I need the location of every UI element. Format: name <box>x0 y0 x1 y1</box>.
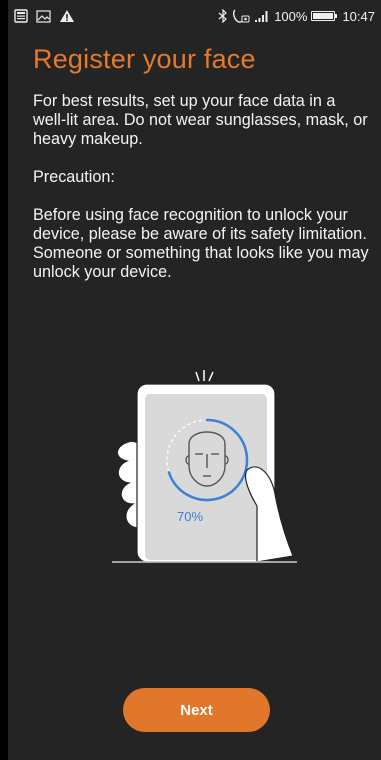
image-icon <box>36 9 51 23</box>
screen: 100% 10:47 Register your face For best r… <box>8 0 381 760</box>
bluetooth-icon <box>218 9 228 23</box>
page-title: Register your face <box>33 44 256 74</box>
battery-percent: 100% <box>274 8 308 24</box>
sparkle-icon <box>195 370 214 382</box>
signal-icon <box>254 10 270 22</box>
news-icon <box>14 9 28 23</box>
clock: 10:47 <box>342 8 375 24</box>
warning-icon <box>59 9 75 23</box>
precaution-text: Before using face recognition to unlock … <box>33 206 369 281</box>
progress-percent: 70% <box>176 509 204 524</box>
face-scan-illustration <box>112 370 297 563</box>
status-bar: 100% 10:47 <box>8 0 381 32</box>
battery-icon <box>311 11 338 21</box>
status-left <box>14 9 75 23</box>
battery-fill <box>313 13 334 19</box>
precaution-heading: Precaution: <box>33 168 115 186</box>
status-right: 100% 10:47 <box>218 9 375 24</box>
next-button[interactable]: Next <box>123 688 270 732</box>
instructions-text: For best results, set up your face data … <box>33 92 368 148</box>
call-icon <box>232 9 250 23</box>
